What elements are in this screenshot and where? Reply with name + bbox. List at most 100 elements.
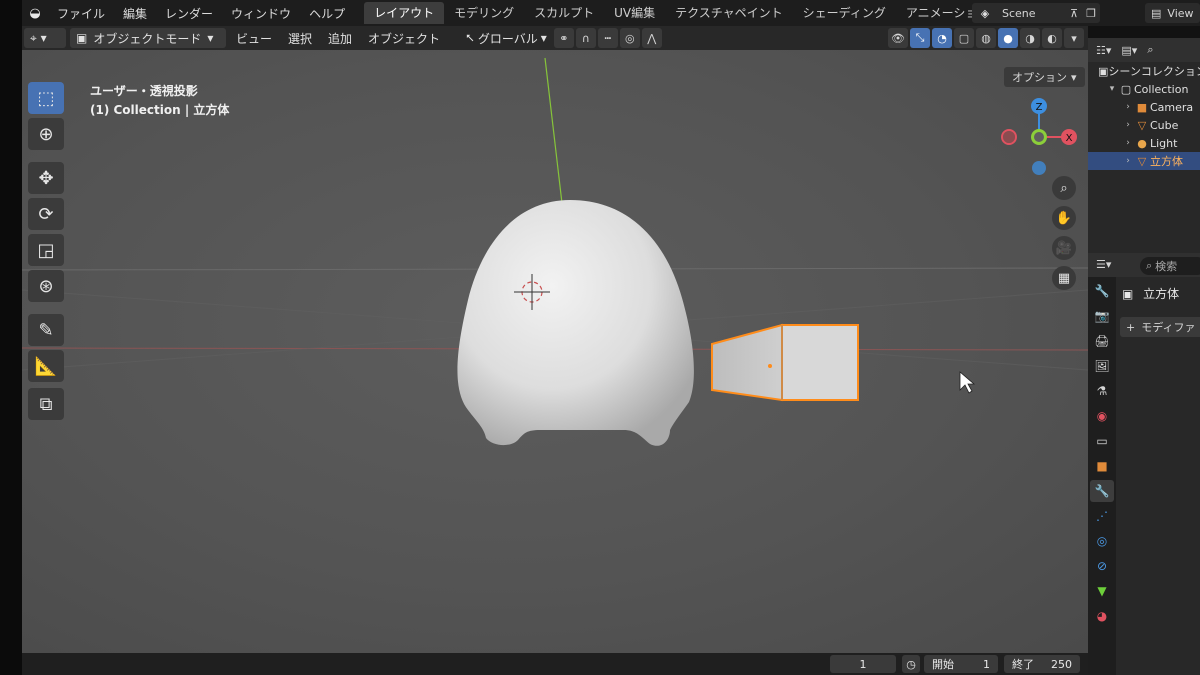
chevron-right-icon[interactable]: › [1122, 102, 1134, 112]
scene-icon: ◈ [980, 6, 990, 20]
tab-uv-editing[interactable]: UV編集 [604, 2, 665, 24]
move-tool[interactable]: ✥ [28, 162, 64, 194]
menu-window[interactable]: ウィンドウ [222, 5, 300, 22]
zoom-icon[interactable]: ⌕ [1052, 176, 1076, 200]
chevron-right-icon[interactable]: › [1122, 156, 1134, 166]
3d-viewport[interactable]: ユーザー・透視投影 (1) Collection | 立方体 ⬚ ⊕ ✥ ⟳ ◲… [22, 50, 1088, 653]
menu-add[interactable]: 追加 [320, 30, 360, 47]
clock-icon[interactable]: ◷ [902, 655, 920, 673]
search-icon[interactable]: ⌕ [1147, 43, 1153, 57]
current-frame-field[interactable]: 1 [830, 655, 896, 673]
visibility-icon[interactable]: 👁 [888, 28, 908, 48]
tab-texture-paint[interactable]: テクスチャペイント [665, 2, 793, 24]
constraints-tab-icon[interactable]: ⊘ [1090, 555, 1114, 577]
tab-layout[interactable]: レイアウト [364, 2, 445, 24]
properties-search[interactable]: ⌕ 検索 [1140, 257, 1200, 275]
view-layer-selector[interactable]: ▤ View [1145, 3, 1200, 23]
navigation-gizmo[interactable]: Z X [994, 94, 1084, 184]
object-tab-icon[interactable]: ■ [1090, 455, 1114, 477]
outliner-item-light[interactable]: › ● Light [1088, 134, 1200, 152]
material-tab-icon[interactable]: ◕ [1090, 605, 1114, 627]
shading-options-icon[interactable]: ▾ [1064, 28, 1084, 48]
render-tab-icon[interactable]: 📷 [1090, 305, 1114, 327]
menu-object[interactable]: オブジェクト [360, 30, 448, 47]
shading-rendered-icon[interactable]: ◐ [1042, 28, 1062, 48]
outliner-panel: ☷▾ ▤▾ ⌕ ▣ シーンコレクション ▾ ▢ Collection › ■ C… [1088, 38, 1200, 253]
menu-render[interactable]: レンダー [156, 5, 222, 22]
shading-wireframe-icon[interactable]: ◍ [976, 28, 996, 48]
menu-view[interactable]: ビュー [228, 30, 280, 47]
camera-view-icon[interactable]: 🎥 [1052, 236, 1076, 260]
output-tab-icon[interactable]: 🖨 [1090, 330, 1114, 352]
chevron-right-icon[interactable]: › [1122, 120, 1134, 130]
scene-tab-icon[interactable]: ⚗ [1090, 380, 1114, 402]
pivot-icon[interactable]: ⚭ [553, 28, 574, 48]
tab-modeling[interactable]: モデリング [444, 2, 524, 24]
start-frame-field[interactable]: 開始 1 [924, 655, 998, 673]
menu-select[interactable]: 選択 [280, 30, 320, 47]
item-label: Camera [1150, 100, 1194, 114]
editor-type-button[interactable]: ⌖ ▾ [24, 28, 66, 48]
viewport-info: ユーザー・透視投影 (1) Collection | 立方体 [90, 82, 229, 120]
select-box-tool[interactable]: ⬚ [28, 82, 64, 114]
mesh-icon: ▣ [1122, 287, 1134, 301]
rotate-tool[interactable]: ⟳ [28, 198, 64, 230]
menu-help[interactable]: ヘルプ [300, 5, 354, 22]
selected-cube-object[interactable] [711, 323, 859, 402]
collection-info: (1) Collection | 立方体 [90, 103, 230, 117]
snap-target-icon[interactable]: ┅ [597, 28, 618, 48]
outliner-item-cube[interactable]: › ▽ Cube [1088, 116, 1200, 134]
mode-selector[interactable]: ▣ オブジェクトモード ▾ [70, 28, 226, 48]
tab-sculpt[interactable]: スカルプト [524, 2, 604, 24]
collection-icon: ▢ [1120, 82, 1132, 96]
physics-tab-icon[interactable]: ◎ [1090, 530, 1114, 552]
editor-type-icon[interactable]: ☰▾ [1096, 258, 1111, 271]
grid-ortho-icon[interactable]: ▦ [1052, 266, 1076, 290]
modifier-tab-icon[interactable]: 🔧 [1090, 480, 1114, 502]
editor-type-icon[interactable]: ☷▾ [1096, 44, 1111, 57]
particles-tab-icon[interactable]: ⋰ [1090, 505, 1114, 527]
proportional-edit-icon[interactable]: ◎ [619, 28, 640, 48]
menu-edit[interactable]: 編集 [114, 5, 156, 22]
collection-tab-icon[interactable]: ▭ [1090, 430, 1114, 452]
add-modifier-button[interactable]: + モディファ [1120, 317, 1200, 337]
scene-selector[interactable]: ◈ Scene ⊼ ❐ [972, 3, 1100, 23]
shading-material-icon[interactable]: ◑ [1020, 28, 1040, 48]
shading-solid-icon[interactable]: ● [998, 28, 1018, 48]
world-tab-icon[interactable]: ◉ [1090, 405, 1114, 427]
overlay-toggle-icon[interactable]: ◔ [932, 28, 952, 48]
filter-icon[interactable]: ▤▾ [1121, 44, 1137, 57]
scene-name[interactable]: Scene [998, 7, 1066, 20]
copy-icon[interactable]: ❐ [1082, 7, 1100, 20]
chevron-right-icon[interactable]: › [1122, 138, 1134, 148]
blender-logo-icon[interactable]: ◒ [22, 6, 48, 21]
add-cube-tool[interactable]: ⧉ [28, 388, 64, 420]
scale-tool[interactable]: ◲ [28, 234, 64, 266]
falloff-icon[interactable]: ⋀ [641, 28, 662, 48]
camera-icon: ■ [1136, 100, 1148, 114]
annotate-tool[interactable]: ✎ [28, 314, 64, 346]
view-layer-tab-icon[interactable]: 🖼 [1090, 355, 1114, 377]
end-frame-field[interactable]: 終了 250 [1004, 655, 1080, 673]
orientation-label: グローバル [477, 31, 538, 46]
transform-orientation-selector[interactable]: ⭦ グローバル ▾ [460, 28, 553, 48]
data-tab-icon[interactable]: ▼ [1090, 580, 1114, 602]
pin-icon[interactable]: ⊼ [1066, 7, 1082, 20]
chevron-down-icon[interactable]: ▾ [1106, 84, 1118, 94]
xray-icon[interactable]: ▢ [954, 28, 974, 48]
view-layer-name[interactable]: View [1161, 7, 1193, 20]
cursor-tool[interactable]: ⊕ [28, 118, 64, 150]
menu-file[interactable]: ファイル [48, 5, 114, 22]
tool-tab-icon[interactable]: 🔧 [1090, 280, 1114, 302]
snap-icon[interactable]: ∩ [575, 28, 596, 48]
measure-tool[interactable]: 📐 [28, 350, 64, 382]
outliner-collection[interactable]: ▾ ▢ Collection [1088, 80, 1200, 98]
outliner-item-selected[interactable]: › ▽ 立方体 [1088, 152, 1200, 170]
tab-shading[interactable]: シェーディング [793, 2, 896, 24]
outliner-root[interactable]: ▣ シーンコレクション [1088, 62, 1200, 80]
hand-pan-icon[interactable]: ✋ [1052, 206, 1076, 230]
outliner-item-camera[interactable]: › ■ Camera [1088, 98, 1200, 116]
transform-tool[interactable]: ⊛ [28, 270, 64, 302]
gizmo-toggle-icon[interactable]: ⤡ [910, 28, 930, 48]
options-dropdown[interactable]: オプション ▾ [1004, 67, 1085, 87]
